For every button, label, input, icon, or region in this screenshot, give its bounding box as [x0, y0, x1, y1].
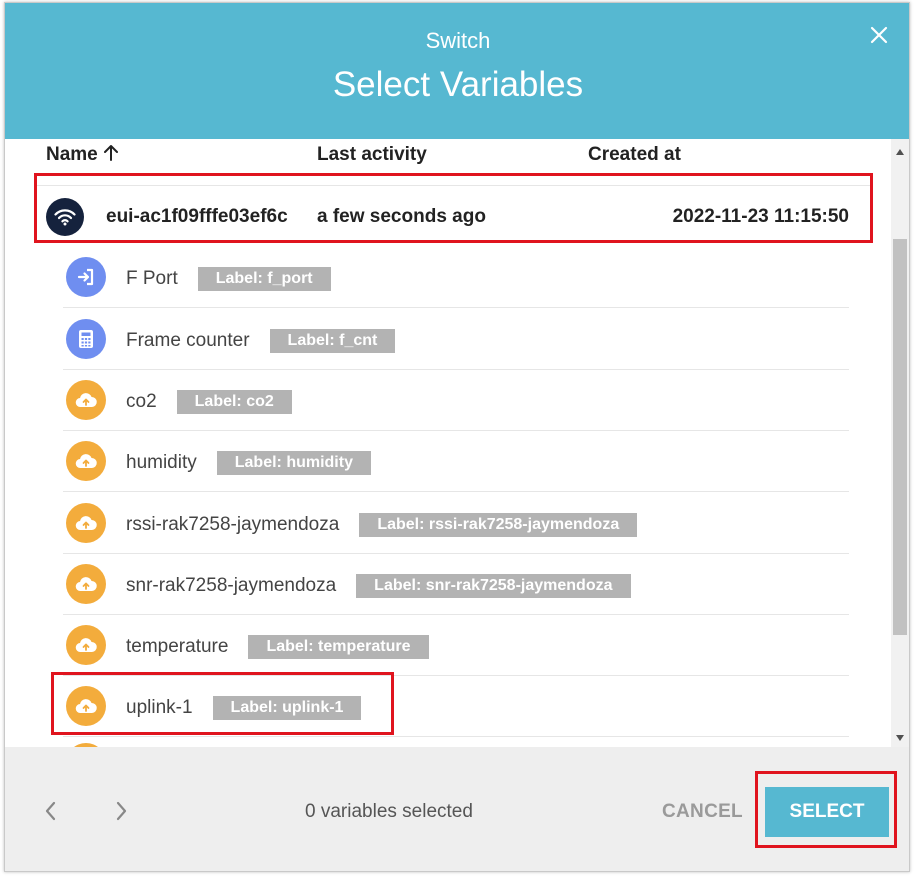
column-header-last-activity[interactable]: Last activity: [317, 144, 427, 166]
column-header-name[interactable]: Name: [46, 144, 118, 166]
device-last-activity: a few seconds ago: [317, 206, 486, 227]
cloud-upload-icon: [75, 699, 97, 714]
variable-row-temperature[interactable]: temperature Label: temperature: [63, 615, 849, 676]
next-page-button[interactable]: [111, 799, 131, 823]
variable-label-badge: Label: temperature: [248, 635, 429, 659]
caret-down-icon: [896, 735, 904, 741]
variable-row-co2[interactable]: co2 Label: co2: [63, 370, 849, 431]
variable-label-badge: Label: humidity: [216, 451, 371, 475]
variable-row-frame-counter[interactable]: Frame counter Label: f_cnt: [63, 309, 849, 370]
variable-label-badge: Label: uplink-1: [212, 696, 362, 720]
variable-row-humidity[interactable]: humidity Label: humidity: [63, 431, 849, 492]
chevron-left-icon: [45, 801, 56, 821]
scroll-up-arrow[interactable]: [891, 145, 909, 159]
scroll-down-arrow[interactable]: [891, 731, 909, 745]
cloud-upload-icon: [75, 454, 97, 469]
selected-count-text: 0 variables selected: [305, 801, 473, 822]
cancel-button[interactable]: CANCEL: [662, 801, 743, 823]
variable-label-badge: Label: f_cnt: [269, 329, 396, 353]
variable-icon: [66, 319, 106, 359]
modal-header: Switch Select Variables: [5, 3, 909, 139]
variable-label-badge: Label: rssi-rak7258-jaymendoza: [359, 513, 638, 537]
variable-icon: [66, 257, 106, 297]
previous-page-button[interactable]: [41, 799, 61, 823]
variable-icon: [66, 564, 106, 604]
variable-row-uplink-1[interactable]: uplink-1 Label: uplink-1: [63, 676, 849, 737]
chevron-right-icon: [116, 801, 127, 821]
calculator-icon: [79, 330, 93, 348]
variable-name: Frame counter Label: f_cnt: [126, 329, 396, 353]
variable-icon: [66, 625, 106, 665]
variable-icon: [66, 380, 106, 420]
device-avatar: [46, 198, 84, 236]
variables-list: eui-ac1f09fffe03ef6c a few seconds ago 2…: [5, 173, 891, 747]
close-button[interactable]: [867, 23, 891, 47]
variable-row-snr[interactable]: snr-rak7258-jaymendoza Label: snr-rak7258…: [63, 554, 849, 615]
variable-name: uplink-1 Label: uplink-1: [126, 696, 362, 720]
variable-row-f-port[interactable]: F Port Label: f_port: [63, 247, 849, 308]
variable-label-badge: Label: f_port: [197, 267, 331, 291]
variable-name: snr-rak7258-jaymendoza Label: snr-rak7258…: [126, 574, 631, 598]
variable-icon: [66, 503, 106, 543]
variable-name: temperature Label: temperature: [126, 635, 429, 659]
variable-icon: [66, 441, 106, 481]
table-header: Name Last activity Created at: [5, 139, 891, 173]
modal-footer: 0 variables selected CANCEL SELECT: [5, 747, 909, 871]
device-created-at: 2022-11-23 11:15:50: [672, 206, 849, 227]
vertical-scrollbar[interactable]: [891, 139, 909, 747]
scrollbar-thumb[interactable]: [893, 239, 907, 635]
select-variables-modal: Switch Select Variables Name Last activi…: [4, 2, 910, 872]
variable-name: rssi-rak7258-jaymendoza Label: rssi-rak72…: [126, 513, 638, 537]
variable-row-rssi[interactable]: rssi-rak7258-jaymendoza Label: rssi-rak72…: [63, 493, 849, 554]
cloud-upload-icon: [75, 638, 97, 653]
variable-name: humidity Label: humidity: [126, 451, 371, 475]
variable-name: F Port Label: f_port: [126, 267, 331, 291]
wifi-icon: [54, 209, 76, 226]
cloud-upload-icon: [75, 577, 97, 592]
variable-name: co2 Label: co2: [126, 390, 292, 414]
cloud-upload-icon: [75, 516, 97, 531]
device-row[interactable]: eui-ac1f09fffe03ef6c a few seconds ago 2…: [37, 185, 871, 243]
cloud-upload-icon: [75, 393, 97, 408]
variable-label-badge: Label: co2: [176, 390, 292, 414]
modal-title: Select Variables: [332, 65, 584, 104]
device-name: eui-ac1f09fffe03ef6c: [106, 206, 288, 227]
column-header-created-at[interactable]: Created at: [588, 144, 681, 166]
login-icon: [77, 268, 94, 286]
variable-icon: [66, 686, 106, 726]
close-icon: [870, 26, 888, 44]
variable-label-badge: Label: snr-rak7258-jaymendoza: [356, 574, 631, 598]
caret-up-icon: [896, 149, 904, 155]
sort-ascending-icon: [103, 145, 118, 161]
select-button[interactable]: SELECT: [765, 787, 889, 837]
modal-subtitle: Switch: [425, 28, 491, 53]
